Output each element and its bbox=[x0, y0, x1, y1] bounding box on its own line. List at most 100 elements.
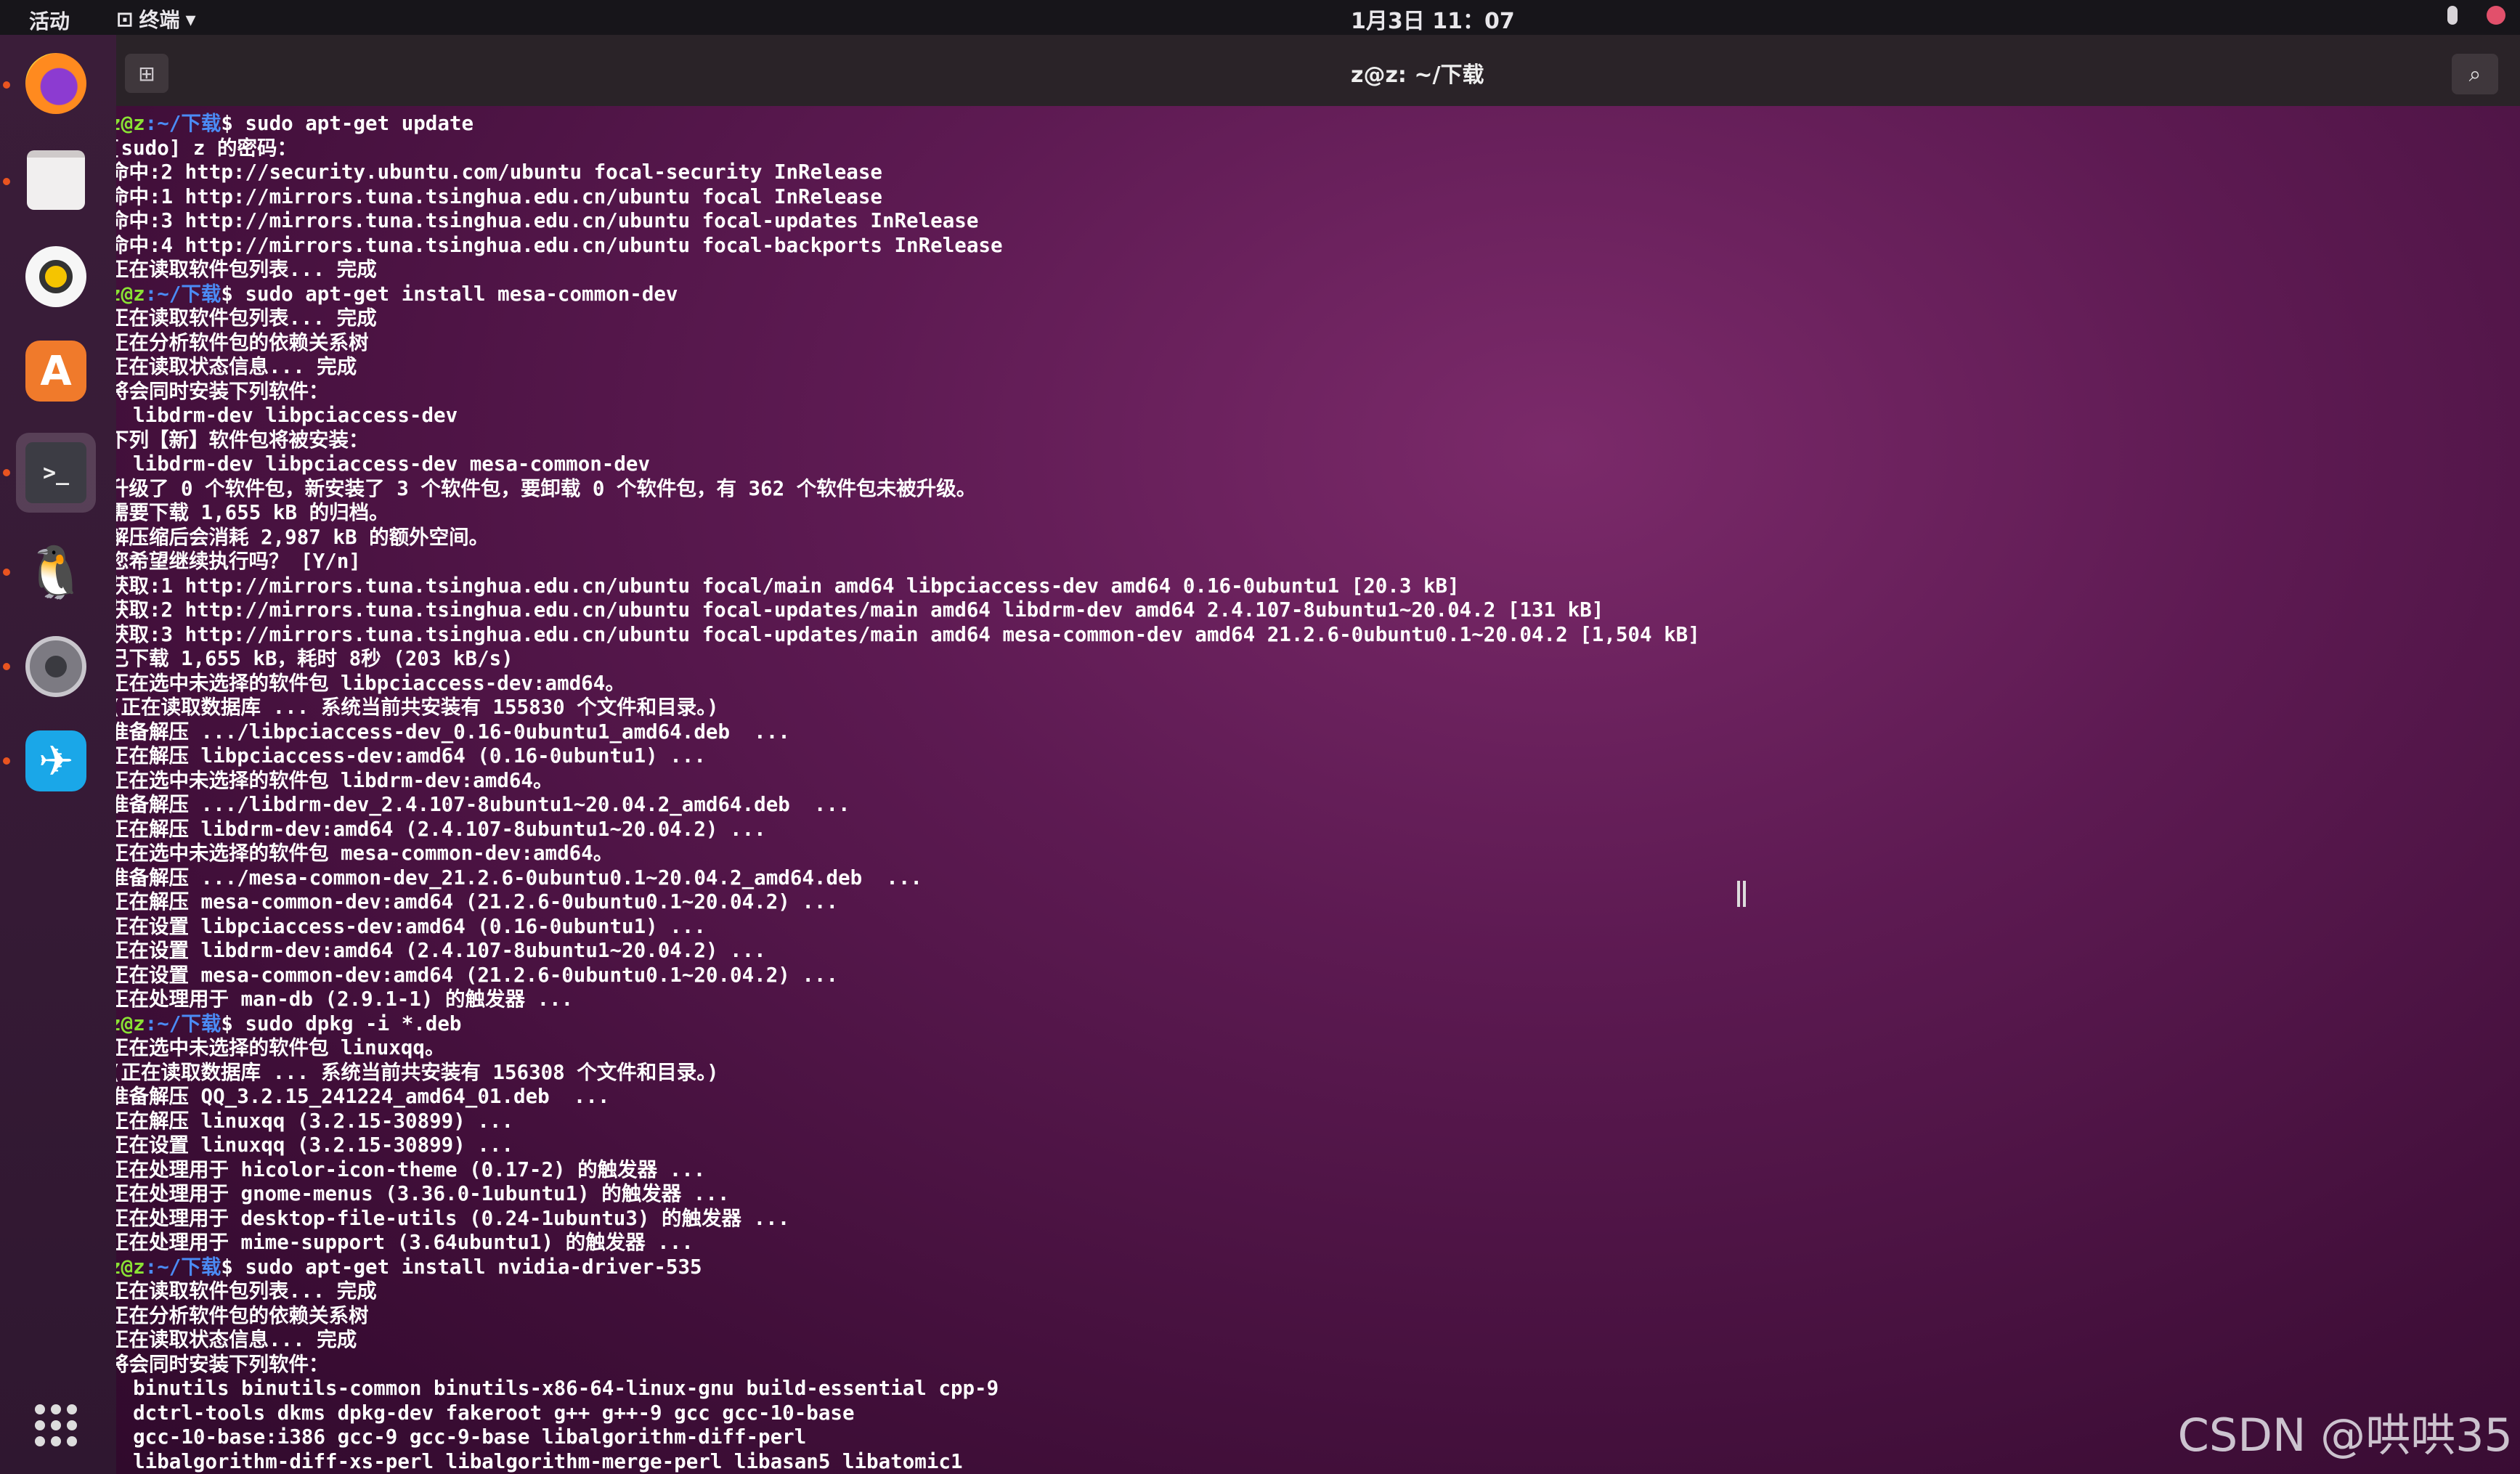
line-text: 获取:1 http://mirrors.tuna.tsinghua.edu.cn… bbox=[116, 574, 1460, 598]
terminal-output-line: 正在选中未选择的软件包 libpciaccess-dev:amd64。 bbox=[116, 672, 1700, 696]
line-text: 将会同时安装下列软件： bbox=[116, 379, 329, 403]
line-text: 正在读取状态信息... 完成 bbox=[116, 1328, 357, 1351]
terminal-output-line: 已下载 1,655 kB，耗时 8秒 (203 kB/s) bbox=[116, 647, 1700, 672]
terminal-output-line: 正在分析软件包的依赖关系树 bbox=[116, 1304, 1700, 1329]
watermark: CSDN @哄哄35 bbox=[2177, 1409, 2513, 1462]
line-text: 您希望继续执行吗？ [Y/n] bbox=[116, 550, 361, 573]
line-text: [sudo] z 的密码： bbox=[116, 136, 298, 160]
terminal-output-line: 将会同时安装下列软件： bbox=[116, 380, 1700, 404]
line-text: 正在设置 linuxqq (3.2.15-30899) ... bbox=[116, 1133, 514, 1157]
terminal-output-line: 正在读取软件包列表... 完成 bbox=[116, 258, 1700, 282]
line-text: 正在分析软件包的依赖关系树 bbox=[116, 1303, 369, 1327]
line-text: 升级了 0 个软件包，新安装了 3 个软件包，要卸载 0 个软件包，有 362 … bbox=[116, 476, 977, 500]
running-indicator bbox=[3, 663, 10, 670]
line-text: 正在处理用于 mime-support (3.64ubuntu1) 的触发器 .… bbox=[116, 1231, 694, 1254]
terminal-output-line: 正在设置 linuxqq (3.2.15-30899) ... bbox=[116, 1133, 1700, 1158]
dock-item-firefox[interactable] bbox=[3, 44, 96, 123]
terminal-output-line: gcc-10-base:i386 gcc-9 gcc-9-base libalg… bbox=[116, 1425, 1700, 1450]
terminal-output-line: 解压缩后会消耗 2,987 kB 的额外空间。 bbox=[116, 526, 1700, 550]
prompt-user: z@z bbox=[116, 282, 145, 306]
dock-item-feishu[interactable]: ✈ bbox=[3, 721, 96, 801]
prompt-path: :~/下载 bbox=[145, 1255, 221, 1279]
dock-item-software[interactable]: A bbox=[16, 331, 96, 411]
dock-item-files[interactable] bbox=[3, 140, 96, 220]
app-menu[interactable]: ⊡ 终端 ▾ bbox=[116, 4, 196, 33]
software-store-icon: A bbox=[25, 341, 86, 402]
line-text: 正在分析软件包的依赖关系树 bbox=[116, 330, 369, 354]
microphone-icon[interactable] bbox=[2447, 6, 2458, 25]
line-text: 准备解压 .../mesa-common-dev_21.2.6-0ubuntu0… bbox=[116, 866, 922, 889]
line-text: 命中:1 http://mirrors.tuna.tsinghua.edu.cn… bbox=[116, 184, 882, 208]
terminal-output-line: 命中:4 http://mirrors.tuna.tsinghua.edu.cn… bbox=[116, 234, 1700, 258]
terminal-command-line: z@z:~/下载$ sudo apt-get install nvidia-dr… bbox=[116, 1255, 1700, 1280]
line-text: 准备解压 .../libpciaccess-dev_0.16-0ubuntu1_… bbox=[116, 720, 790, 744]
line-text: 正在解压 libdrm-dev:amd64 (2.4.107-8ubuntu1~… bbox=[116, 817, 766, 841]
line-text: 正在选中未选择的软件包 libdrm-dev:amd64。 bbox=[116, 768, 553, 792]
search-button[interactable]: ⌕ bbox=[2452, 54, 2498, 94]
line-text: 获取:2 http://mirrors.tuna.tsinghua.edu.cn… bbox=[116, 598, 1604, 622]
terminal-icon: >_ bbox=[25, 442, 86, 503]
terminal-output-line: 准备解压 .../mesa-common-dev_21.2.6-0ubuntu0… bbox=[116, 866, 1700, 891]
notification-dot-icon[interactable] bbox=[2487, 6, 2505, 25]
line-text: 正在选中未选择的软件包 linuxqq。 bbox=[116, 1036, 445, 1059]
line-text: 正在设置 libpciaccess-dev:amd64 (0.16-0ubunt… bbox=[116, 914, 706, 938]
terminal-output-line: 您希望继续执行吗？ [Y/n] bbox=[116, 550, 1700, 574]
line-text: 已下载 1,655 kB，耗时 8秒 (203 kB/s) bbox=[116, 647, 513, 670]
terminal-output-line: 正在解压 linuxqq (3.2.15-30899) ... bbox=[116, 1109, 1700, 1134]
terminal-output-line: 正在选中未选择的软件包 mesa-common-dev:amd64。 bbox=[116, 842, 1700, 866]
terminal-output-line: 正在读取状态信息... 完成 bbox=[116, 1328, 1700, 1353]
line-text: gcc-10-base:i386 gcc-9 gcc-9-base libalg… bbox=[116, 1425, 807, 1449]
line-text: 正在选中未选择的软件包 libpciaccess-dev:amd64。 bbox=[116, 671, 625, 695]
feishu-icon: ✈ bbox=[25, 730, 86, 791]
activities-button[interactable]: 活动 bbox=[29, 6, 70, 35]
terminal-output-line: 准备解压 QQ_3.2.15_241224_amd64_01.deb ... bbox=[116, 1085, 1700, 1109]
terminal-lines: z@z:~/下载$ sudo apt-get update[sudo] z 的密… bbox=[116, 112, 1700, 1474]
terminal-output-line: 下列【新】软件包将被安装： bbox=[116, 428, 1700, 453]
system-tray[interactable] bbox=[2447, 6, 2505, 25]
line-text: 命中:4 http://mirrors.tuna.tsinghua.edu.cn… bbox=[116, 233, 1003, 257]
line-text: libdrm-dev libpciaccess-dev mesa-common-… bbox=[116, 452, 651, 476]
line-text: $ sudo apt-get install mesa-common-dev bbox=[221, 282, 678, 306]
terminal-output[interactable]: z@z:~/下载$ sudo apt-get update[sudo] z 的密… bbox=[116, 106, 2520, 1474]
prompt-user: z@z bbox=[116, 112, 145, 135]
new-tab-icon: ⊞ bbox=[138, 61, 155, 86]
dock-item-qq[interactable]: 🐧 bbox=[3, 532, 96, 612]
window-title: z@z: ~/下载 bbox=[1351, 62, 1484, 88]
new-tab-button[interactable]: ⊞ bbox=[125, 54, 168, 93]
terminal-output-line: libdrm-dev libpciaccess-dev bbox=[116, 404, 1700, 428]
running-indicator bbox=[3, 569, 10, 576]
top-bar: 活动 ⊡ 终端 ▾ 1月3日 11：07 bbox=[0, 0, 2520, 35]
line-text: 获取:3 http://mirrors.tuna.tsinghua.edu.cn… bbox=[116, 622, 1700, 646]
text-cursor-icon bbox=[1737, 881, 1746, 907]
line-text: 正在处理用于 hicolor-icon-theme (0.17-2) 的触发器 … bbox=[116, 1157, 706, 1181]
line-text: 正在解压 mesa-common-dev:amd64 (21.2.6-0ubun… bbox=[116, 890, 839, 913]
terminal-output-line: 正在设置 libpciaccess-dev:amd64 (0.16-0ubunt… bbox=[116, 915, 1700, 940]
terminal-output-line: 正在读取状态信息... 完成 bbox=[116, 355, 1700, 380]
settings-icon bbox=[25, 636, 86, 697]
line-text: 解压缩后会消耗 2,987 kB 的额外空间。 bbox=[116, 525, 489, 549]
prompt-path: :~/下载 bbox=[145, 1011, 221, 1035]
dock: A >_ 🐧 ✈ bbox=[0, 35, 118, 1474]
terminal-output-line: 正在解压 libpciaccess-dev:amd64 (0.16-0ubunt… bbox=[116, 744, 1700, 769]
terminal-output-line: binutils binutils-common binutils-x86-64… bbox=[116, 1377, 1700, 1401]
terminal-output-line: 正在解压 libdrm-dev:amd64 (2.4.107-8ubuntu1~… bbox=[116, 818, 1700, 842]
terminal-headerbar: ⊞ z@z: ~/下载 ⌕ bbox=[116, 35, 2520, 107]
dock-item-settings[interactable] bbox=[3, 627, 96, 707]
dock-item-terminal[interactable]: >_ bbox=[3, 433, 96, 513]
terminal-output-line: 获取:1 http://mirrors.tuna.tsinghua.edu.cn… bbox=[116, 574, 1700, 599]
terminal-output-line: 升级了 0 个软件包，新安装了 3 个软件包，要卸载 0 个软件包，有 362 … bbox=[116, 477, 1700, 502]
dock-item-rhythmbox[interactable] bbox=[16, 237, 96, 317]
terminal-output-line: [sudo] z 的密码： bbox=[116, 137, 1700, 161]
line-text: (正在读取数据库 ... 系统当前共安装有 156308 个文件和目录。) bbox=[116, 1060, 719, 1084]
prompt-path: :~/下载 bbox=[145, 282, 221, 306]
line-text: 正在解压 libpciaccess-dev:amd64 (0.16-0ubunt… bbox=[116, 744, 706, 767]
line-text: 正在选中未选择的软件包 mesa-common-dev:amd64。 bbox=[116, 842, 614, 865]
search-icon: ⌕ bbox=[2468, 61, 2482, 87]
terminal-output-line: 正在处理用于 mime-support (3.64ubuntu1) 的触发器 .… bbox=[116, 1231, 1700, 1255]
clock[interactable]: 1月3日 11：07 bbox=[1351, 3, 1515, 35]
show-applications-button[interactable] bbox=[16, 1385, 96, 1465]
line-text: 正在处理用于 gnome-menus (3.36.0-1ubuntu1) 的触发… bbox=[116, 1182, 730, 1205]
firefox-icon bbox=[25, 53, 86, 114]
terminal-output-line: 正在读取软件包列表... 完成 bbox=[116, 306, 1700, 331]
terminal-output-line: 正在处理用于 gnome-menus (3.36.0-1ubuntu1) 的触发… bbox=[116, 1182, 1700, 1207]
